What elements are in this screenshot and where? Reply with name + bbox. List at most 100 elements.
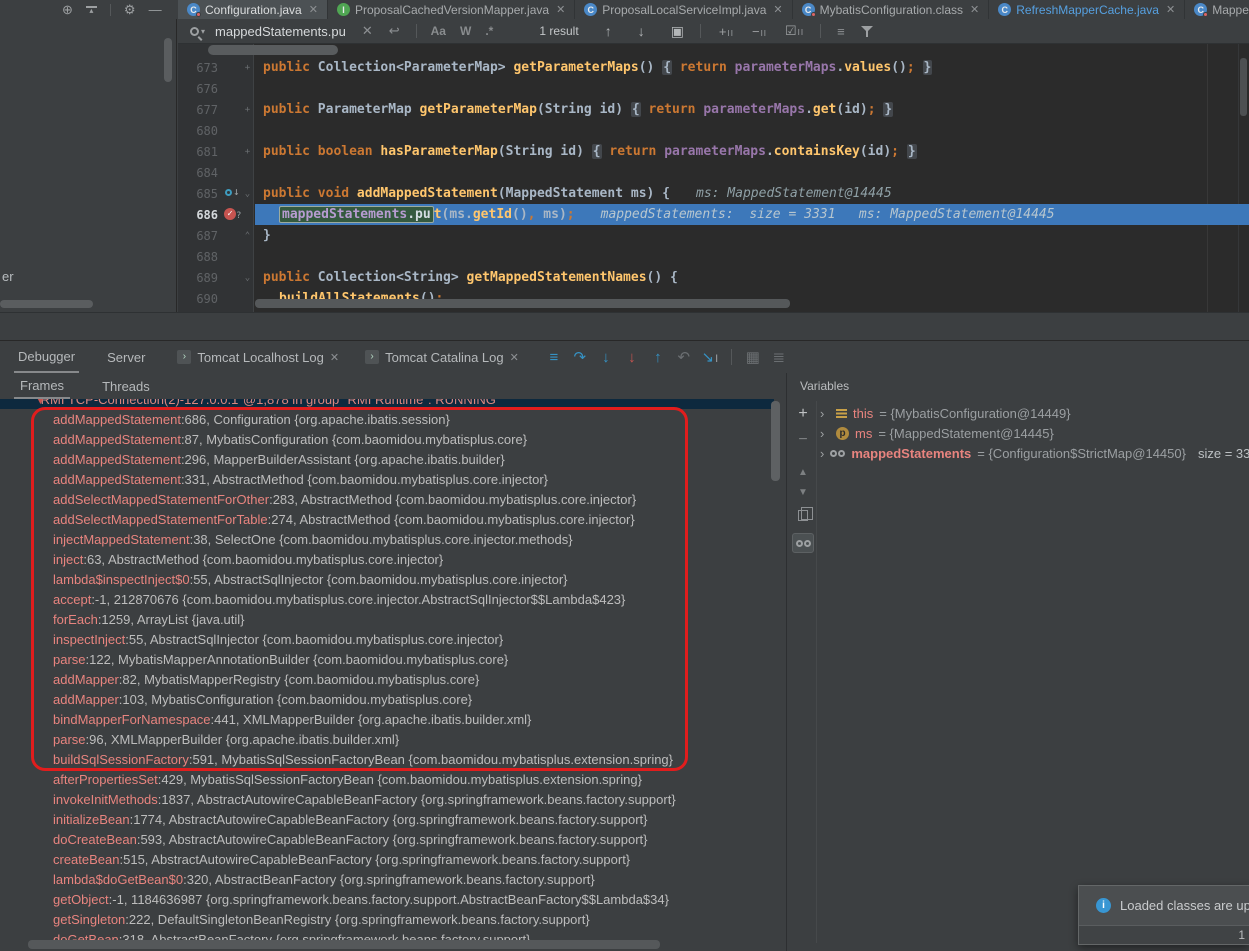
expand-chevron-icon[interactable]: › [820,446,824,461]
add-watch-icon[interactable]: + [791,405,815,423]
editor-tab[interactable]: CRefreshMapperCache.java✕ [989,0,1185,19]
move-watch-up-icon[interactable]: ▲ [791,467,815,478]
stack-frame[interactable]: getObject:-1, 1184636987 {org.springfram… [0,889,786,909]
step-out-icon[interactable]: ↑ [645,349,671,366]
stack-frame[interactable]: addMappedStatement:686, Configuration {o… [0,409,786,429]
editor-tab[interactable]: IProposalCachedVersionMapper.java✕ [328,0,575,19]
close-icon[interactable]: ✕ [510,351,519,364]
layout-settings-icon[interactable]: ≣ [766,348,792,366]
editor-tab[interactable]: CMybatisConfiguration.class✕ [793,0,990,19]
fold-marker[interactable]: + [240,105,255,115]
close-icon[interactable]: ✕ [970,3,979,16]
close-icon[interactable]: ✕ [330,351,339,364]
stack-frame[interactable]: injectMappedStatement:38, SelectOne {com… [0,529,786,549]
stack-frame[interactable]: accept:-1, 212870676 {com.baomidou.mybat… [0,589,786,609]
search-history-icon[interactable]: ↩ [389,23,400,39]
fold-marker[interactable]: ⌃ [240,231,255,241]
show-watches-icon[interactable] [792,533,814,553]
stack-frame[interactable]: addMappedStatement:331, AbstractMethod {… [0,469,786,489]
next-occurrence-icon[interactable]: ↓ [638,23,645,39]
close-icon[interactable]: ✕ [1166,3,1175,16]
add-occurrence-icon[interactable]: +II [719,24,734,39]
stack-frame[interactable]: lambda$inspectInject$0:55, AbstractSqlIn… [0,569,786,589]
expand-chevron-icon[interactable]: › [820,406,830,421]
gutter-icons[interactable] [224,99,240,120]
stack-frame[interactable]: buildSqlSessionFactory:591, MybatisSqlSe… [0,749,786,769]
fold-marker[interactable]: ⌄ [240,189,255,199]
stack-frame[interactable]: parse:122, MybatisMapperAnnotationBuilde… [0,649,786,669]
fold-marker[interactable]: + [240,63,255,73]
gutter-icons[interactable] [224,225,240,246]
stack-frame[interactable]: parse:96, XMLMapperBuilder {org.apache.i… [0,729,786,749]
variable-row[interactable]: ›mappedStatements = {Configuration$Stric… [818,443,1249,463]
code-area[interactable]: 673+public Collection<ParameterMap> getP… [178,44,1249,312]
step-into-icon[interactable]: ↓ [593,349,619,366]
gutter-icons[interactable] [224,78,240,99]
stack-frame[interactable]: forEach:1259, ArrayList {java.util} [0,609,786,629]
previous-occurrence-icon[interactable]: ↑ [605,23,612,39]
hide-panel-icon[interactable]: — [149,2,162,17]
gutter-icons[interactable] [224,162,240,183]
evaluate-expression-icon[interactable]: ▦ [740,348,766,366]
stack-frame[interactable]: afterPropertiesSet:429, MybatisSqlSessio… [0,769,786,789]
variable-row[interactable]: ›pms = {MappedStatement@14445} [818,423,1249,443]
close-icon[interactable]: ✕ [773,3,782,16]
editor-horizontal-scrollbar[interactable] [255,299,790,308]
code-line[interactable]: 684 [178,162,1249,183]
code-line[interactable]: 686✓?mappedStatements.put(ms.getId(), ms… [178,204,1249,225]
gutter-icons[interactable]: ↓ [224,183,240,204]
select-all-occurrences-icon[interactable]: ☑II [785,23,804,39]
editor-top-scrollbar-thumb[interactable] [208,45,338,55]
duplicate-watch-icon[interactable] [791,509,815,524]
match-case-toggle[interactable]: Aa [431,24,446,38]
stack-frame[interactable]: inspectInject:55, AbstractSqlInjector {c… [0,629,786,649]
search-input[interactable]: mappedStatements.pu [215,24,346,39]
gutter-icons[interactable] [224,57,240,78]
stack-frame[interactable]: addMappedStatement:87, MybatisConfigurat… [0,429,786,449]
mute-breakpoints-icon[interactable]: ≡ [541,349,567,366]
filter-lines-icon[interactable]: ≡ [837,24,845,39]
code-line[interactable]: 681+public boolean hasParameterMap(Strin… [178,141,1249,162]
drop-frame-icon[interactable]: ↶ [671,348,697,366]
search-options-caret-icon[interactable]: ▾ [201,27,205,36]
stack-frame[interactable]: addSelectMappedStatementForOther:283, Ab… [0,489,786,509]
stack-frame[interactable]: createBean:515, AbstractAutowireCapableB… [0,849,786,869]
left-panel-vertical-scrollbar[interactable] [164,38,172,82]
stack-frame[interactable]: addMappedStatement:296, MapperBuilderAss… [0,449,786,469]
gutter-icons[interactable]: ✓? [224,204,240,225]
remove-watch-icon[interactable]: − [791,431,815,449]
clear-search-icon[interactable]: ✕ [362,23,373,39]
breakpoint-icon[interactable]: ✓ [224,208,236,220]
editor-tab[interactable]: CProposalLocalServiceImpl.java✕ [575,0,792,19]
code-line[interactable]: 685↓⌄public void addMappedStatement(Mapp… [178,183,1249,204]
open-in-find-window-icon[interactable]: ▣ [671,23,684,40]
step-over-icon[interactable]: ↷ [567,348,593,366]
frames-horizontal-scrollbar[interactable] [28,940,660,949]
variable-row[interactable]: ›this = {MybatisConfiguration@14449} [818,403,1249,423]
code-line[interactable]: 689⌄public Collection<String> getMappedS… [178,267,1249,288]
settings-gear-icon[interactable]: ⚙ [124,2,136,18]
debug-tab-tomcat-localhost-log[interactable]: ›Tomcat Localhost Log✕ [173,341,343,373]
stack-frame[interactable]: doCreateBean:593, AbstractAutowireCapabl… [0,829,786,849]
fold-marker[interactable]: + [240,147,255,157]
move-watch-down-icon[interactable]: ▼ [791,487,815,498]
close-icon[interactable]: ✕ [309,3,318,16]
code-line[interactable]: 680 [178,120,1249,141]
clipped-tree-item[interactable]: er [2,269,14,284]
close-icon[interactable]: ✕ [556,3,565,16]
search-icon[interactable] [190,27,199,36]
notification-balloon[interactable]: i Loaded classes are up t 1 [1078,885,1249,945]
code-line[interactable]: 673+public Collection<ParameterMap> getP… [178,57,1249,78]
debug-tab-tomcat-catalina-log[interactable]: ›Tomcat Catalina Log✕ [361,341,523,373]
remove-occurrence-icon[interactable]: −II [752,24,767,39]
code-line[interactable]: 688 [178,246,1249,267]
frames-vertical-scrollbar[interactable] [771,401,780,481]
stack-frame[interactable]: inject:63, AbstractMethod {com.baomidou.… [0,549,786,569]
gutter-icons[interactable] [224,141,240,162]
expand-chevron-icon[interactable]: › [820,426,830,441]
code-line[interactable]: 677+public ParameterMap getParameterMap(… [178,99,1249,120]
gutter-icons[interactable] [224,288,240,309]
view-tab-frames[interactable]: Frames [14,373,70,399]
gutter-icons[interactable] [224,120,240,141]
fold-marker[interactable]: ⌄ [240,273,255,283]
